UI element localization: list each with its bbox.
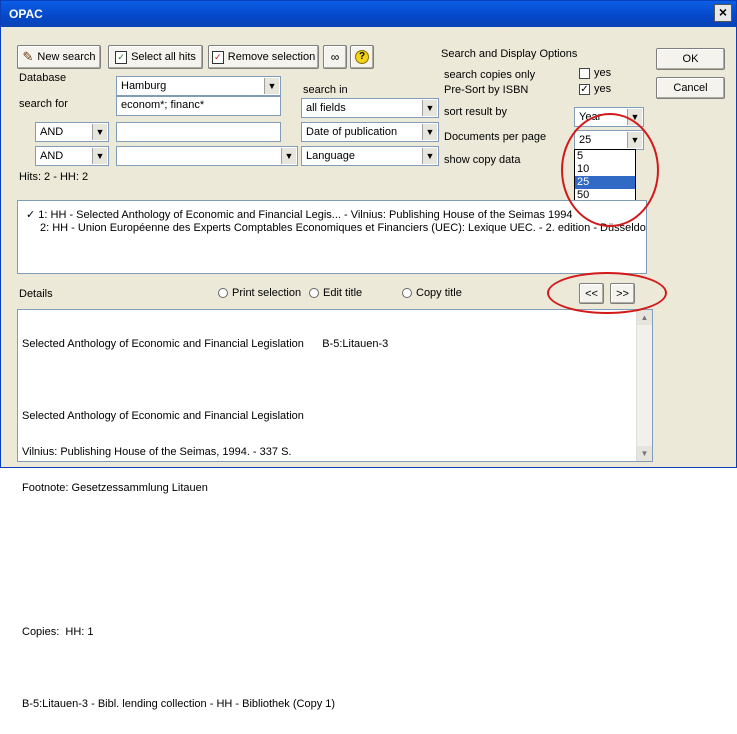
cancel-button[interactable]: Cancel — [656, 77, 725, 99]
print-selection-radio[interactable]: Print selection — [218, 287, 301, 299]
search-in-select[interactable]: all fields ▼ — [301, 98, 439, 118]
list-item[interactable]: ✓ 1: HH - Selected Anthology of Economic… — [26, 208, 573, 221]
details-line — [22, 554, 388, 566]
radio-icon — [402, 288, 412, 299]
annotation-oval-dropdown — [561, 113, 659, 227]
edit-title-radio[interactable]: Edit title — [309, 287, 362, 299]
presort-checkbox[interactable]: ✓ yes — [579, 83, 611, 95]
copy-title-radio[interactable]: Copy title — [402, 287, 462, 299]
chevron-down-icon: ▼ — [264, 78, 279, 94]
copy-title-label: Copy title — [416, 287, 462, 299]
remove-selection-icon: ✓ — [211, 50, 224, 64]
details-line — [22, 662, 388, 674]
new-search-label: New search — [37, 51, 96, 63]
details-text: Selected Anthology of Economic and Finan… — [22, 314, 388, 734]
print-selection-label: Print selection — [232, 287, 302, 299]
scroll-down-icon[interactable]: ▼ — [637, 446, 652, 461]
select-all-icon: ✓ — [115, 50, 128, 64]
details-line — [22, 374, 388, 386]
radio-icon — [309, 288, 319, 299]
search-for-input[interactable]: econom*; financ* — [116, 96, 281, 116]
docs-per-page-label: Documents per page — [444, 131, 547, 143]
edit-title-label: Edit title — [323, 287, 363, 299]
copies-only-checkbox[interactable]: yes — [579, 67, 611, 79]
search-in-label: search in — [303, 84, 348, 96]
details-scrollbar[interactable]: ▲ ▼ — [636, 310, 652, 461]
search-for-label: search for — [19, 98, 68, 110]
presort-label: Pre-Sort by ISBN — [444, 84, 529, 96]
ok-button[interactable]: OK — [656, 48, 725, 70]
help-icon: ? — [355, 50, 369, 64]
result-text: 1: HH - Selected Anthology of Economic a… — [38, 209, 573, 221]
details-line — [22, 518, 388, 530]
scroll-up-icon[interactable]: ▲ — [637, 310, 652, 325]
remove-selection-label: Remove selection — [227, 51, 316, 63]
copies-only-yes: yes — [594, 67, 612, 79]
operator-value-2: AND — [40, 126, 64, 138]
radio-icon — [218, 288, 228, 299]
field-select-3[interactable]: Language ▼ — [301, 146, 439, 166]
details-line: Vilnius: Publishing House of the Seimas,… — [22, 446, 292, 458]
details-line: Footnote: Gesetzessammlung Litauen — [22, 482, 208, 494]
details-label: Details — [19, 288, 53, 300]
field-value-3: Language — [306, 150, 355, 162]
details-line: Copies: HH: 1 — [22, 626, 94, 638]
details-line: Selected Anthology of Economic and Finan… — [22, 338, 389, 350]
operator-select-3[interactable]: AND ▼ — [35, 146, 109, 166]
binoculars-icon: ∞ — [330, 50, 340, 64]
details-line: Selected Anthology of Economic and Finan… — [22, 410, 304, 422]
details-panel: Selected Anthology of Economic and Finan… — [17, 309, 653, 710]
list-item[interactable]: 2: HH - Union Européenne des Experts Com… — [40, 222, 646, 234]
search-term-input-2[interactable] — [116, 122, 281, 142]
presort-yes: yes — [594, 83, 612, 95]
search-term-input-3[interactable]: ▼ — [116, 146, 298, 166]
broom-icon: ✎ — [22, 49, 34, 64]
search-in-value: all fields — [306, 102, 346, 114]
annotation-oval-paging — [547, 272, 667, 314]
chevron-down-icon: ▼ — [422, 100, 437, 116]
results-list: ✓ 1: HH - Selected Anthology of Economic… — [17, 200, 647, 274]
operator-select-2[interactable]: AND ▼ — [35, 122, 109, 142]
select-all-hits-button[interactable]: ✓ Select all hits — [108, 45, 203, 69]
chevron-down-icon: ▼ — [92, 148, 107, 164]
check-icon: ✓ — [579, 83, 590, 95]
result-text: 2: HH - Union Européenne des Experts Com… — [40, 222, 646, 234]
select-all-label: Select all hits — [131, 51, 196, 63]
remove-selection-button[interactable]: ✓ Remove selection — [208, 45, 319, 69]
close-button[interactable]: × — [714, 4, 732, 22]
database-value: Hamburg — [121, 80, 167, 92]
chevron-down-icon: ▼ — [281, 148, 296, 164]
help-button[interactable]: ? — [350, 45, 374, 69]
sort-by-label: sort result by — [444, 106, 507, 118]
details-line: B-5:Litauen-3 - Bibl. lending collection… — [22, 698, 336, 710]
title-bar: OPAC × — [1, 1, 736, 27]
new-search-button[interactable]: ✎ New search — [17, 45, 101, 69]
hits-count: Hits: 2 - HH: 2 — [19, 171, 89, 183]
show-copy-label: show copy data — [444, 154, 521, 166]
chevron-down-icon: ▼ — [422, 124, 437, 140]
binoculars-button[interactable]: ∞ — [323, 45, 347, 69]
copies-only-label: search copies only — [444, 69, 536, 81]
field-value-2: Date of publication — [306, 126, 398, 138]
operator-value-3: AND — [40, 150, 64, 162]
chevron-down-icon: ▼ — [92, 124, 107, 140]
details-line — [22, 590, 388, 602]
database-label: Database — [19, 72, 67, 84]
chevron-down-icon: ▼ — [422, 148, 437, 164]
database-select[interactable]: Hamburg ▼ — [116, 76, 281, 96]
options-header: Search and Display Options — [441, 48, 578, 60]
checkbox-icon — [579, 67, 590, 79]
opac-window: OPAC × ✎ New search ✓ Select all hits ✓ … — [0, 0, 737, 710]
result-check-icon: ✓ — [26, 209, 36, 221]
window-title: OPAC — [9, 7, 43, 21]
field-select-2[interactable]: Date of publication ▼ — [301, 122, 439, 142]
